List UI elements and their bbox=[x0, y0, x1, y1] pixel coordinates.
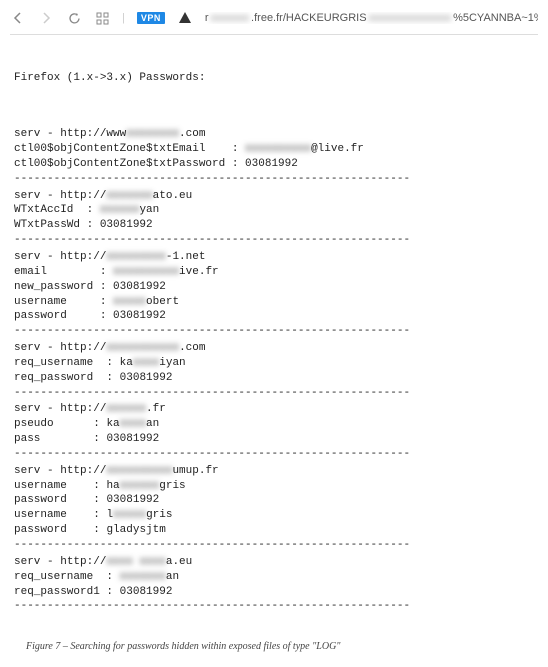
reload-icon[interactable] bbox=[66, 10, 82, 26]
warning-icon[interactable] bbox=[177, 10, 193, 26]
vpn-badge[interactable]: VPN bbox=[137, 12, 165, 24]
field-line: new_password : 03081992 bbox=[14, 280, 538, 295]
field-line: ctl00$objContentZone$txtEmail : xxxxxxxx… bbox=[14, 142, 538, 157]
field-line: password : 03081992 bbox=[14, 493, 538, 508]
separator-line: ----------------------------------------… bbox=[14, 172, 538, 187]
field-line: email : xxxxxxxxxxive.fr bbox=[14, 265, 538, 280]
credential-block: serv - http://xxxxxxxxxxx.comreq_usernam… bbox=[14, 341, 538, 400]
separator-line: ----------------------------------------… bbox=[14, 386, 538, 401]
credential-block: serv - http://wwwxxxxxxxx.comctl00$objCo… bbox=[14, 127, 538, 186]
serv-line: serv - http://xxxx xxxxa.eu bbox=[14, 555, 538, 570]
credential-block: serv - http://xxxxxxxato.euWTxtAccId : x… bbox=[14, 189, 538, 248]
separator-line: ----------------------------------------… bbox=[14, 233, 538, 248]
credential-block: serv - http://xxxxxxxxxxumup.frusername … bbox=[14, 464, 538, 553]
field-line: ctl00$objContentZone$txtPassword : 03081… bbox=[14, 157, 538, 172]
back-icon[interactable] bbox=[10, 10, 26, 26]
field-line: username : haxxxxxxgris bbox=[14, 479, 538, 494]
credential-block: serv - http://xxxxxxxxx-1.netemail : xxx… bbox=[14, 250, 538, 339]
apps-icon[interactable] bbox=[94, 10, 110, 26]
field-line: WTxtAccId : xxxxxxyan bbox=[14, 203, 538, 218]
serv-line: serv - http://wwwxxxxxxxx.com bbox=[14, 127, 538, 142]
field-line: req_username : xxxxxxxan bbox=[14, 570, 538, 585]
toolbar-divider bbox=[10, 34, 538, 35]
field-line: pass : 03081992 bbox=[14, 432, 538, 447]
field-line: req_password : 03081992 bbox=[14, 371, 538, 386]
serv-line: serv - http://xxxxxxxato.eu bbox=[14, 189, 538, 204]
field-line: username : lxxxxxgris bbox=[14, 508, 538, 523]
field-line: password : gladysjtm bbox=[14, 523, 538, 538]
figure-caption: Figure 7 – Searching for passwords hidde… bbox=[10, 641, 538, 652]
separator-line: ----------------------------------------… bbox=[14, 599, 538, 614]
content-title: Firefox (1.x->3.x) Passwords: bbox=[14, 71, 538, 86]
credential-block: serv - http://xxxxxx.frpseudo : kaxxxxan… bbox=[14, 402, 538, 461]
forward-icon[interactable] bbox=[38, 10, 54, 26]
serv-line: serv - http://xxxxxxxxx-1.net bbox=[14, 250, 538, 265]
address-bar[interactable]: rxxxxxxx.free.fr/HACKEURGRISxxxxxxxxxxxx… bbox=[205, 12, 538, 24]
field-line: pseudo : kaxxxxan bbox=[14, 417, 538, 432]
field-line: password : 03081992 bbox=[14, 309, 538, 324]
browser-toolbar: | VPN rxxxxxxx.free.fr/HACKEURGRISxxxxxx… bbox=[10, 8, 538, 34]
separator-line: ----------------------------------------… bbox=[14, 447, 538, 462]
field-line: username : xxxxxobert bbox=[14, 295, 538, 310]
separator-line: ----------------------------------------… bbox=[14, 324, 538, 339]
field-line: WTxtPassWd : 03081992 bbox=[14, 218, 538, 233]
field-line: req_password1 : 03081992 bbox=[14, 585, 538, 600]
serv-line: serv - http://xxxxxx.fr bbox=[14, 402, 538, 417]
field-line: req_username : kaxxxxiyan bbox=[14, 356, 538, 371]
serv-line: serv - http://xxxxxxxxxxx.com bbox=[14, 341, 538, 356]
serv-line: serv - http://xxxxxxxxxxumup.fr bbox=[14, 464, 538, 479]
log-content: Firefox (1.x->3.x) Passwords: serv - htt… bbox=[10, 41, 538, 629]
separator-line: ----------------------------------------… bbox=[14, 538, 538, 553]
credential-block: serv - http://xxxx xxxxa.eureq_username … bbox=[14, 555, 538, 614]
